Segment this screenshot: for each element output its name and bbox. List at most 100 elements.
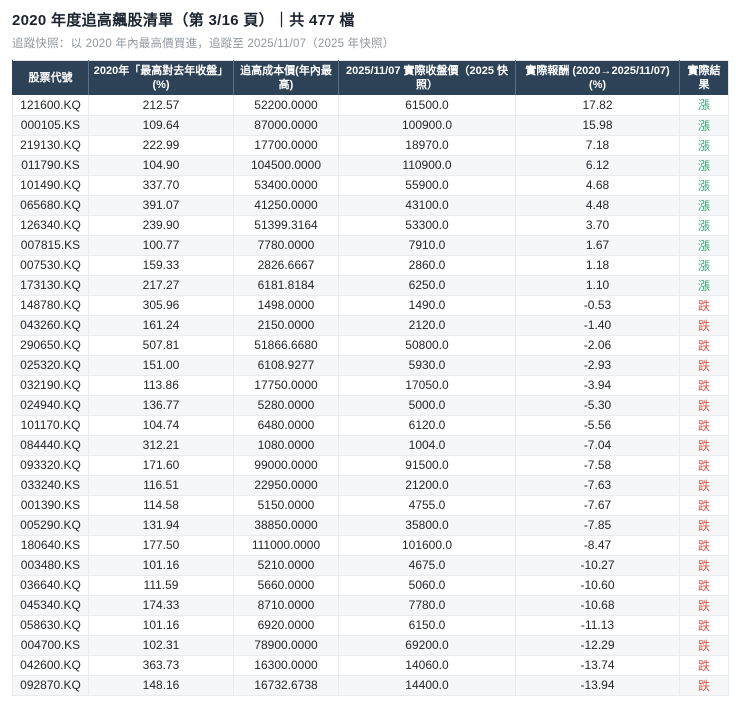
col-header-result: 實際結果 — [679, 60, 729, 96]
cell-stock-code: 003480.KS — [12, 555, 89, 576]
cell-actual-return-pct: 15.98 — [515, 115, 680, 136]
cell-actual-return-pct: -7.67 — [515, 495, 680, 516]
cell-chase-cost: 7780.0000 — [233, 235, 339, 256]
cell-chase-cost: 6920.0000 — [233, 615, 339, 636]
cell-max-vs-prev-close-pct: 111.59 — [88, 575, 234, 596]
cell-result: 漲 — [679, 95, 729, 116]
cell-stock-code: 219130.KQ — [12, 135, 89, 156]
cell-max-vs-prev-close-pct: 104.90 — [88, 155, 234, 176]
table-header-row: 股票代號 2020年「最高對去年收盤」(%) 追高成本價(年內最高) 2025/… — [12, 60, 729, 96]
cell-result: 跌 — [679, 535, 729, 556]
cell-actual-close: 2120.0 — [338, 315, 516, 336]
table-row: 032190.KQ 113.86 17750.0000 17050.0 -3.94 跌 — [12, 375, 729, 396]
table-row: 007530.KQ 159.33 2826.6667 2860.0 1.18 漲 — [12, 255, 729, 276]
cell-actual-close: 14060.0 — [338, 655, 516, 676]
cell-max-vs-prev-close-pct: 312.21 — [88, 435, 234, 456]
cell-result: 漲 — [679, 275, 729, 296]
cell-result: 跌 — [679, 615, 729, 636]
cell-max-vs-prev-close-pct: 212.57 — [88, 95, 234, 116]
cell-result: 漲 — [679, 195, 729, 216]
cell-result: 跌 — [679, 415, 729, 436]
col-header-stock-code: 股票代號 — [12, 60, 89, 96]
cell-max-vs-prev-close-pct: 102.31 — [88, 635, 234, 656]
table-header: 股票代號 2020年「最高對去年收盤」(%) 追高成本價(年內最高) 2025/… — [12, 60, 729, 96]
cell-stock-code: 093320.KQ — [12, 455, 89, 476]
col-header-chase-cost: 追高成本價(年內最高) — [233, 60, 339, 96]
cell-chase-cost: 51399.3164 — [233, 215, 339, 236]
cell-stock-code: 058630.KQ — [12, 615, 89, 636]
cell-stock-code: 033240.KS — [12, 475, 89, 496]
cell-result: 跌 — [679, 295, 729, 316]
cell-max-vs-prev-close-pct: 507.81 — [88, 335, 234, 356]
cell-max-vs-prev-close-pct: 222.99 — [88, 135, 234, 156]
cell-stock-code: 290650.KQ — [12, 335, 89, 356]
cell-stock-code: 084440.KQ — [12, 435, 89, 456]
cell-max-vs-prev-close-pct: 337.70 — [88, 175, 234, 196]
cell-max-vs-prev-close-pct: 305.96 — [88, 295, 234, 316]
table-row: 033240.KS 116.51 22950.0000 21200.0 -7.63 跌 — [12, 475, 729, 496]
cell-actual-return-pct: -7.63 — [515, 475, 680, 496]
cell-actual-close: 2860.0 — [338, 255, 516, 276]
cell-actual-return-pct: 17.82 — [515, 95, 680, 116]
cell-max-vs-prev-close-pct: 151.00 — [88, 355, 234, 376]
table-row: 043260.KQ 161.24 2150.0000 2120.0 -1.40 跌 — [12, 315, 729, 336]
cell-actual-return-pct: -5.56 — [515, 415, 680, 436]
cell-actual-close: 5930.0 — [338, 355, 516, 376]
cell-stock-code: 001390.KS — [12, 495, 89, 516]
table-row: 173130.KQ 217.27 6181.8184 6250.0 1.10 漲 — [12, 275, 729, 296]
cell-actual-close: 7780.0 — [338, 595, 516, 616]
cell-actual-return-pct: -7.85 — [515, 515, 680, 536]
table-row: 180640.KS 177.50 111000.0000 101600.0 -8.47 跌 — [12, 535, 729, 556]
cell-stock-code: 005290.KQ — [12, 515, 89, 536]
cell-chase-cost: 38850.0000 — [233, 515, 339, 536]
cell-result: 跌 — [679, 575, 729, 596]
table-row: 005290.KQ 131.94 38850.0000 35800.0 -7.85 跌 — [12, 515, 729, 536]
cell-result: 跌 — [679, 395, 729, 416]
cell-actual-close: 101600.0 — [338, 535, 516, 556]
cell-actual-return-pct: -1.40 — [515, 315, 680, 336]
cell-actual-close: 6150.0 — [338, 615, 516, 636]
table-row: 001390.KS 114.58 5150.0000 4755.0 -7.67 跌 — [12, 495, 729, 516]
cell-chase-cost: 5280.0000 — [233, 395, 339, 416]
cell-max-vs-prev-close-pct: 239.90 — [88, 215, 234, 236]
col-header-max-vs-prev-close: 2020年「最高對去年收盤」(%) — [88, 60, 234, 96]
cell-stock-code: 024940.KQ — [12, 395, 89, 416]
cell-actual-return-pct: 1.67 — [515, 235, 680, 256]
report-page: 2020 年度追高飆股清單（第 3/16 頁）｜共 477 檔 追蹤快照：以 2… — [0, 0, 740, 696]
table-row: 004700.KS 102.31 78900.0000 69200.0 -12.29 跌 — [12, 635, 729, 656]
cell-max-vs-prev-close-pct: 391.07 — [88, 195, 234, 216]
table-body: 121600.KQ 212.57 52200.0000 61500.0 17.82 漲 00… — [12, 95, 729, 696]
cell-chase-cost: 78900.0000 — [233, 635, 339, 656]
cell-actual-close: 1004.0 — [338, 435, 516, 456]
cell-chase-cost: 2826.6667 — [233, 255, 339, 276]
cell-chase-cost: 51866.6680 — [233, 335, 339, 356]
cell-actual-close: 35800.0 — [338, 515, 516, 536]
cell-actual-return-pct: 3.70 — [515, 215, 680, 236]
cell-chase-cost: 5150.0000 — [233, 495, 339, 516]
cell-actual-close: 53300.0 — [338, 215, 516, 236]
cell-result: 跌 — [679, 355, 729, 376]
page-title: 2020 年度追高飆股清單（第 3/16 頁）｜共 477 檔 — [12, 12, 355, 29]
cell-stock-code: 148780.KQ — [12, 295, 89, 316]
cell-max-vs-prev-close-pct: 109.64 — [88, 115, 234, 136]
cell-stock-code: 065680.KQ — [12, 195, 89, 216]
cell-actual-return-pct: 6.12 — [515, 155, 680, 176]
cell-actual-return-pct: -7.58 — [515, 455, 680, 476]
table-row: 003480.KS 101.16 5210.0000 4675.0 -10.27 跌 — [12, 555, 729, 576]
cell-actual-close: 5000.0 — [338, 395, 516, 416]
cell-max-vs-prev-close-pct: 116.51 — [88, 475, 234, 496]
table-row: 093320.KQ 171.60 99000.0000 91500.0 -7.58 跌 — [12, 455, 729, 476]
cell-actual-return-pct: -0.53 — [515, 295, 680, 316]
cell-max-vs-prev-close-pct: 104.74 — [88, 415, 234, 436]
cell-max-vs-prev-close-pct: 174.33 — [88, 595, 234, 616]
cell-result: 漲 — [679, 235, 729, 256]
cell-max-vs-prev-close-pct: 101.16 — [88, 615, 234, 636]
cell-max-vs-prev-close-pct: 363.73 — [88, 655, 234, 676]
cell-chase-cost: 6480.0000 — [233, 415, 339, 436]
cell-actual-return-pct: -3.94 — [515, 375, 680, 396]
cell-actual-return-pct: 1.18 — [515, 255, 680, 276]
cell-actual-close: 6250.0 — [338, 275, 516, 296]
cell-result: 漲 — [679, 115, 729, 136]
cell-actual-close: 7910.0 — [338, 235, 516, 256]
cell-actual-return-pct: -11.13 — [515, 615, 680, 636]
